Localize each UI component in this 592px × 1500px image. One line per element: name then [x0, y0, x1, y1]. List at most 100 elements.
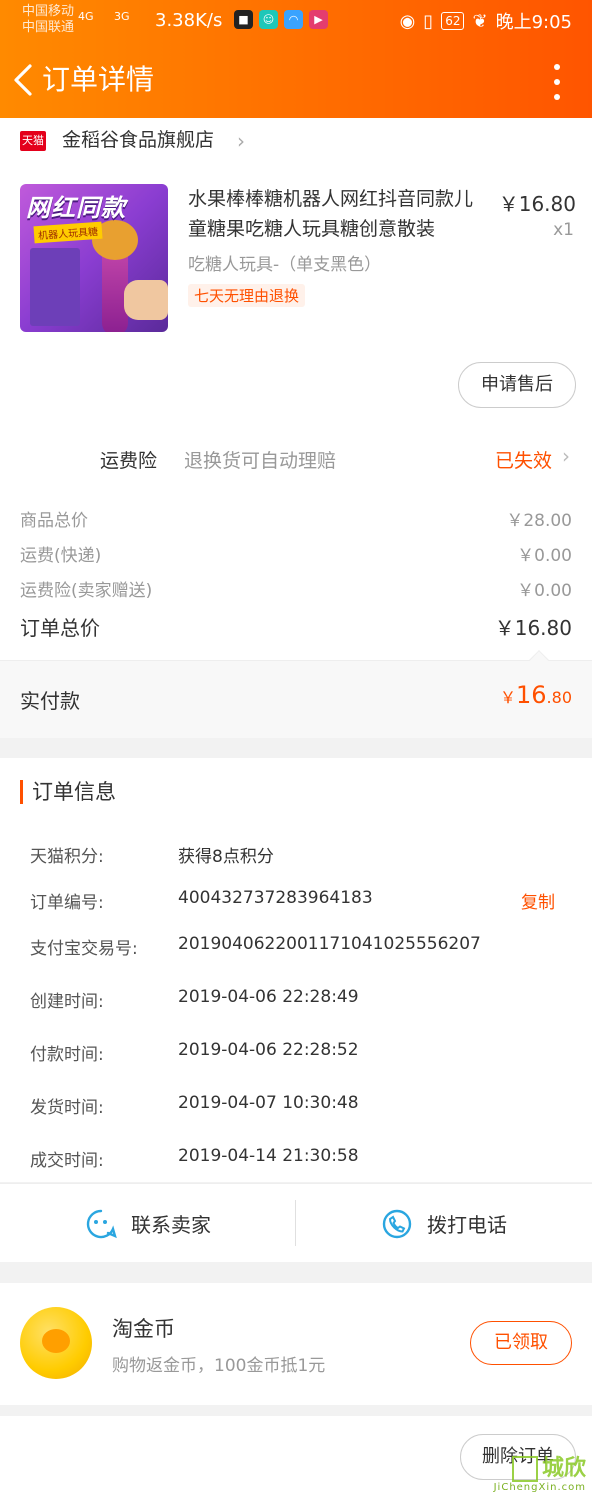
copy-button[interactable]: 复制 [521, 888, 555, 913]
insurance-status: 已失效 [494, 450, 552, 472]
info-label: 订单编号: [30, 893, 104, 913]
vibrate-icon: ▯ [423, 10, 434, 32]
chat-face-icon [86, 1209, 117, 1238]
price-row-value: ￥0.00 [517, 546, 572, 566]
gold-coin-icon [20, 1307, 92, 1379]
phone-icon [382, 1209, 412, 1238]
shop-name-link[interactable]: 金稻谷食品旗舰店 [62, 127, 214, 153]
product-sku: 吃糖人玩具-（单支黑色） [188, 255, 382, 275]
carrier-2: 中国联通 [22, 20, 75, 35]
product-price: ￥16.80 [498, 192, 576, 216]
info-label: 成交时间: [30, 1151, 104, 1171]
order-info-section: 订单信息 天猫积分: 获得8点积分 订单编号: 4004327372839641… [0, 758, 592, 1182]
price-row-value: ￥0.00 [517, 581, 572, 601]
signal-3g-label: 3G [114, 10, 130, 23]
order-total-value: ￥16.80 [494, 616, 572, 640]
signal-4g-label: 4G [78, 10, 94, 23]
hand-shape [124, 280, 168, 320]
product-title[interactable]: 水果棒棒糖机器人网红抖音同款儿童糖果吃糖人玩具糖创意散装 [188, 184, 486, 244]
carrier-1: 中国移动 [22, 4, 75, 19]
paid-currency: ￥ [499, 688, 516, 707]
price-row: 运费(快递) ￥0.00 [20, 541, 572, 566]
dot-icon [554, 79, 560, 85]
page-title: 订单详情 [42, 63, 155, 96]
price-row-label: 运费(快递) [20, 546, 102, 566]
dot-icon [554, 64, 560, 70]
section-heading: 订单信息 [20, 780, 116, 804]
app-notification-icon: ◠ [284, 10, 303, 29]
app-notification-icon: ■ [234, 10, 253, 29]
leaf-icon: ❦ [472, 10, 488, 32]
info-value: 获得8点积分 [178, 847, 274, 867]
product-image[interactable]: 网红同款 机器人玩具糖 [20, 184, 168, 332]
watermark: 城欣 JiChengXin.com [494, 1450, 586, 1493]
info-value: 2019040622001171041025556207 [178, 934, 481, 954]
price-row-label: 运费险(卖家赠送) [20, 581, 153, 601]
net-speed: 3.38K/s [155, 10, 223, 31]
coin-claimed-button[interactable]: 已领取 [470, 1321, 572, 1365]
coin-title: 淘金币 [112, 1317, 175, 1341]
insurance-label: 运费险 [100, 450, 158, 472]
info-label: 支付宝交易号: [30, 939, 138, 959]
contact-bar: 联系卖家 拨打电话 [0, 1183, 592, 1262]
price-row-label: 商品总价 [20, 511, 88, 531]
watermark-logo-icon [511, 1456, 538, 1482]
bottom-action-bar: 删除订单 城欣 JiChengXin.com [0, 1416, 592, 1500]
after-sale-button[interactable]: 申请售后 [458, 362, 576, 408]
contact-seller-button[interactable]: 联系卖家 [0, 1184, 296, 1263]
order-item-card: 天猫 金稻谷食品旗舰店 › 网红同款 机器人玩具糖 水果棒棒糖机器人网红抖音同款… [0, 118, 592, 438]
back-button[interactable] [10, 60, 38, 100]
app-notification-icon: ☺ [259, 10, 278, 29]
dot-icon [554, 94, 560, 100]
carriers: 中国移动 中国联通 [22, 4, 74, 36]
watermark-main-text: 城欣 [541, 1456, 586, 1481]
taojinbi-card: 淘金币 购物返金币，100金币抵1元 已领取 [0, 1283, 592, 1405]
order-number: 400432737283964183 [178, 888, 373, 908]
chevron-left-icon [14, 64, 32, 96]
info-label: 付款时间: [30, 1045, 104, 1065]
info-value: 2019-04-14 21:30:58 [178, 1146, 359, 1166]
shipping-insurance-row[interactable]: 运费险 退换货可自动理赔 已失效 › [0, 438, 592, 482]
chevron-right-icon: › [562, 444, 570, 468]
price-row-value: ￥28.00 [506, 511, 572, 531]
tmall-badge: 天猫 [20, 131, 46, 151]
header: 中国移动 中国联通 4G 3G 3.38K/s ■ ☺ ◠ ▶ ◉ ▯ 62 ❦… [0, 0, 592, 118]
status-bar: 中国移动 中国联通 4G 3G 3.38K/s ■ ☺ ◠ ▶ ◉ ▯ 62 ❦… [0, 0, 592, 42]
chevron-right-icon: › [237, 129, 245, 153]
watermark-main: 城欣 [494, 1450, 586, 1482]
price-row: 运费险(卖家赠送) ￥0.00 [20, 576, 572, 601]
eye-icon: ◉ [399, 10, 416, 32]
paid-dec: .80 [546, 688, 572, 707]
info-value: 2019-04-07 10:30:48 [178, 1093, 359, 1113]
info-label: 创建时间: [30, 992, 104, 1012]
order-total-label: 订单总价 [20, 616, 100, 640]
price-breakdown: 商品总价 ￥28.00 运费(快递) ￥0.00 运费险(卖家赠送) ￥0.00… [0, 482, 592, 660]
info-label: 天猫积分: [30, 847, 104, 867]
title-bar: 订单详情 [0, 42, 592, 118]
product-quantity: x1 [553, 220, 574, 240]
package-shape [30, 248, 80, 326]
app-notification-icon: ▶ [309, 10, 328, 29]
info-value: 2019-04-06 22:28:49 [178, 987, 359, 1007]
more-menu-button[interactable] [550, 64, 564, 100]
call-phone-button[interactable]: 拨打电话 [296, 1184, 592, 1263]
amount-paid-value: ￥16.80 [500, 681, 572, 709]
insurance-desc: 退换货可自动理赔 [184, 450, 337, 472]
info-value: 2019-04-06 22:28:52 [178, 1040, 359, 1060]
paid-int: 16 [516, 681, 547, 709]
battery-level: 62 [441, 12, 465, 30]
image-banner-text: 网红同款 [26, 194, 126, 222]
price-row: 商品总价 ￥28.00 [20, 506, 572, 531]
clock: 晚上9:05 [495, 12, 572, 33]
contact-seller-label: 联系卖家 [131, 1213, 211, 1237]
coin-desc: 购物返金币，100金币抵1元 [112, 1356, 326, 1376]
watermark-sub: JiChengXin.com [493, 1482, 586, 1493]
notification-icons: ■ ☺ ◠ ▶ [234, 10, 328, 29]
status-right: ◉ ▯ 62 ❦ 晚上9:05 [400, 8, 572, 34]
order-total-row: 订单总价 ￥16.80 [20, 612, 572, 641]
coin-face-shape [42, 1329, 70, 1353]
info-label: 发货时间: [30, 1098, 104, 1118]
amount-paid-row: 实付款 ￥16.80 [0, 650, 592, 738]
call-phone-label: 拨打电话 [427, 1213, 507, 1237]
amount-paid-label: 实付款 [20, 689, 80, 713]
